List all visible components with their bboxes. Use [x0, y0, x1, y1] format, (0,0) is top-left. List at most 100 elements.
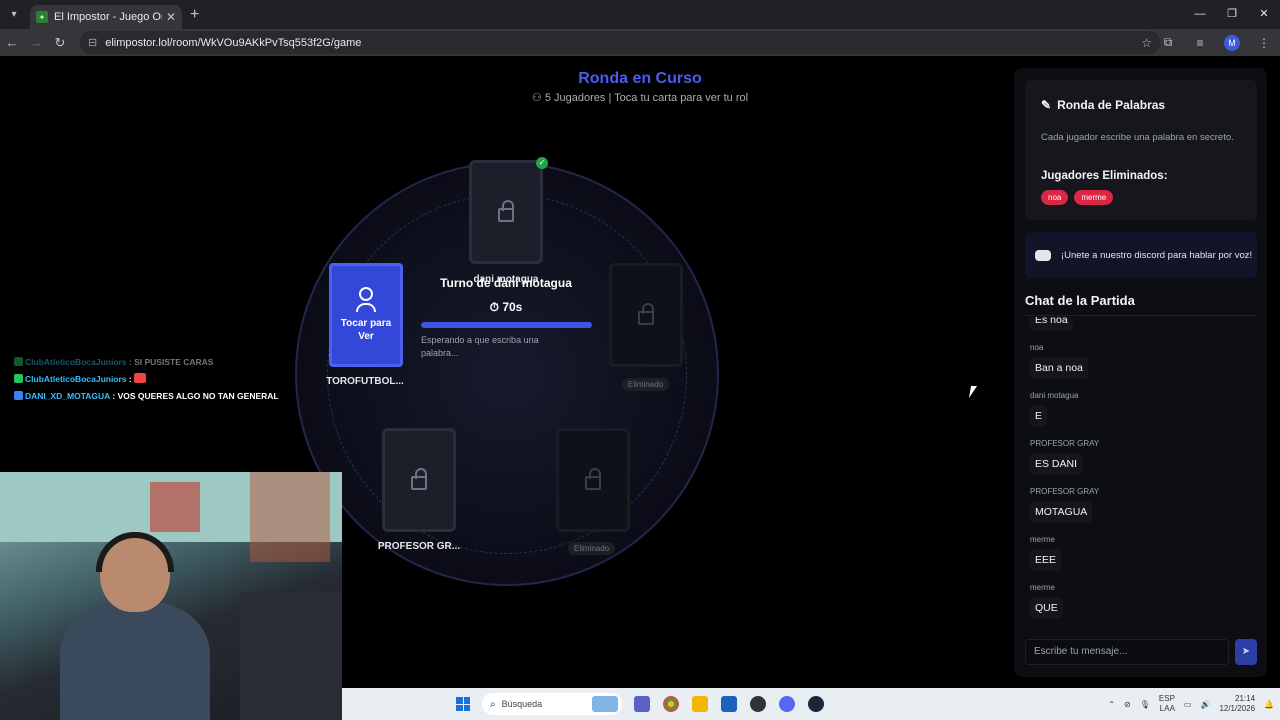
steam-icon[interactable] — [808, 696, 824, 712]
language-indicator[interactable]: ESP LAA — [1159, 694, 1175, 714]
favicon-icon: ✦ — [36, 11, 48, 23]
teams-icon[interactable] — [634, 696, 650, 712]
windows-start-icon[interactable] — [456, 697, 470, 711]
player-card-eliminated — [556, 428, 630, 532]
message-text: ES DANI — [1030, 453, 1083, 475]
progress-fill — [421, 322, 592, 328]
player-card-profesor[interactable] — [382, 428, 456, 532]
word-round-title-text: Ronda de Palabras — [1057, 98, 1166, 112]
taskbar-search[interactable]: ⌕ Búsqueda — [482, 693, 622, 715]
turn-progress-bar — [421, 322, 592, 328]
send-button[interactable]: ➤ — [1235, 639, 1257, 665]
send-icon: ➤ — [1241, 646, 1251, 657]
emote-icon — [134, 373, 147, 383]
overlay-chat-line: DANI_XD_MOTAGUA : VOS QUERES ALGO NO TAN… — [14, 388, 279, 405]
chevron-up-icon[interactable]: ⌃ — [1108, 700, 1115, 709]
waiting-text: Esperando a que escriba una palabra... — [421, 335, 539, 358]
chat-sep: : — [126, 357, 135, 367]
tray-app-icon[interactable]: ⊘ — [1124, 700, 1131, 709]
network-icon[interactable]: ▭ — [1184, 700, 1192, 709]
eliminated-tag: merme — [1074, 190, 1114, 205]
chrome-icon[interactable] — [663, 696, 679, 712]
minimize-icon[interactable]: — — [1184, 0, 1216, 29]
my-card[interactable]: Tocar para Ver — [329, 263, 403, 367]
clock[interactable]: 21:14 12/1/2026 — [1219, 694, 1255, 714]
webcam-person-body — [60, 602, 210, 720]
chat-user: ClubAtleticoBocaJuniors — [25, 374, 127, 384]
discord-banner[interactable]: ¡Unete a nuestro discord para hablar por… — [1025, 232, 1257, 278]
user-icon-shoulders — [356, 303, 376, 312]
eliminated-badge: Eliminado — [622, 378, 670, 391]
mic-icon[interactable]: 🎙 — [1140, 700, 1150, 709]
message-text: Ban a noa — [1030, 357, 1088, 379]
chat-user: ClubAtleticoBocaJuniors — [25, 357, 127, 367]
discord-taskbar-icon[interactable] — [779, 696, 795, 712]
timer-value: 70s — [502, 300, 523, 314]
divider — [1025, 315, 1257, 316]
taskbar: ⌕ Búsqueda ⌃ ⊘ 🎙 ESP LAA ▭ 🔊 21:14 12/1/20… — [342, 688, 1280, 720]
close-window-icon[interactable]: ✕ — [1248, 0, 1280, 29]
search-placeholder: Búsqueda — [501, 699, 543, 709]
url-field[interactable]: ⊟ elimpostor.lol/room/WkVOu9AKkPvTsq553f… — [80, 31, 1160, 54]
word-round-desc: Cada jugador escribe una palabra en secr… — [1041, 132, 1234, 143]
lock-icon — [498, 200, 514, 222]
lock-icon — [585, 468, 601, 490]
bookmark-star-icon[interactable]: ☆ — [1141, 36, 1152, 50]
word-round-box: ✎ Ronda de Palabras Cada jugador escribe … — [1025, 80, 1257, 220]
chat-user: DANI_XD_MOTAGUA — [25, 391, 111, 401]
site-info-icon[interactable]: ⊟ — [88, 36, 97, 49]
stopwatch-icon: ⏱ — [489, 300, 503, 314]
store-icon[interactable] — [721, 696, 737, 712]
obs-icon[interactable] — [750, 696, 766, 712]
platform-icon — [14, 374, 23, 383]
overlay-chat-line: ClubAtleticoBocaJuniors : SI PUSISTE CAR… — [14, 354, 279, 371]
tab-search-icon[interactable]: ▾ — [0, 0, 28, 29]
chat-msg: SI PUSISTE CARAS — [134, 357, 214, 367]
overlay-chat-line: ClubAtleticoBocaJuniors : — [14, 371, 279, 388]
media-icon[interactable]: ≡ — [1184, 36, 1216, 50]
mouse-cursor-icon — [968, 386, 978, 398]
eliminated-tags: noa merme — [1041, 190, 1114, 205]
chat-message: noa Ban a noa — [1030, 343, 1088, 379]
profile-avatar[interactable]: M — [1224, 34, 1240, 51]
forward-icon[interactable]: → — [24, 35, 48, 50]
address-bar-row: ← → ↻ ⊟ elimpostor.lol/room/WkVOu9AKkPvT… — [0, 29, 1280, 56]
users-icon: ⚇ — [531, 92, 545, 104]
chat-message: PROFESOR GRAY MOTAGUA — [1030, 487, 1099, 523]
chat-input[interactable]: Escribe tu mensaje... — [1025, 639, 1229, 665]
close-tab-icon[interactable]: ✕ — [166, 10, 176, 24]
browser-tab[interactable]: ✦ El Impostor - Juego Online Gra ✕ — [30, 5, 182, 29]
chat-sep: : — [126, 374, 135, 384]
folder-icon[interactable] — [692, 696, 708, 712]
message-author: PROFESOR GRAY — [1030, 487, 1100, 496]
window-controls: — ❐ ✕ — [1184, 0, 1280, 29]
page-title: Ronda en Curso — [578, 70, 702, 87]
reload-icon[interactable]: ↻ — [48, 35, 72, 51]
tab-title: El Impostor - Juego Online Gra — [54, 11, 162, 23]
volume-icon[interactable]: 🔊 — [1200, 700, 1210, 709]
turn-text: Turno de dani motagua — [440, 276, 572, 290]
notification-bell-icon[interactable]: 🔔 — [1264, 700, 1274, 709]
new-tab-button[interactable]: + — [190, 6, 199, 24]
webcam-poster — [250, 472, 330, 562]
message-author: merme — [1030, 535, 1055, 544]
chat-message: merme QUE — [1030, 583, 1063, 619]
chat-messages[interactable]: Es noa noa Ban a noa dani motagua E PROFES… — [1025, 317, 1257, 637]
player-card-eliminated — [609, 263, 683, 367]
maximize-icon[interactable]: ❐ — [1216, 0, 1248, 29]
lang-line-2: LAA — [1159, 704, 1175, 713]
player-name: TOROFUTBOL... — [326, 376, 404, 387]
player-card-dani[interactable] — [469, 160, 543, 264]
back-icon[interactable]: ← — [0, 35, 24, 50]
discord-icon — [1035, 249, 1051, 261]
side-panel: ✎ Ronda de Palabras Cada jugador escribe … — [1014, 68, 1267, 677]
page-subtitle: ⚇ 5 Jugadores | Toca tu carta para ver t… — [470, 91, 810, 104]
webcam-poster — [150, 482, 200, 532]
checkmark-icon: ✓ — [536, 157, 548, 169]
chat-message: Es noa — [1030, 317, 1073, 331]
menu-kebab-icon[interactable]: ⋮ — [1248, 36, 1280, 50]
message-text: E — [1030, 405, 1048, 427]
message-author: dani motagua — [1030, 391, 1079, 400]
extensions-icon[interactable]: ⧉ — [1152, 35, 1184, 50]
platform-icon — [14, 391, 23, 400]
